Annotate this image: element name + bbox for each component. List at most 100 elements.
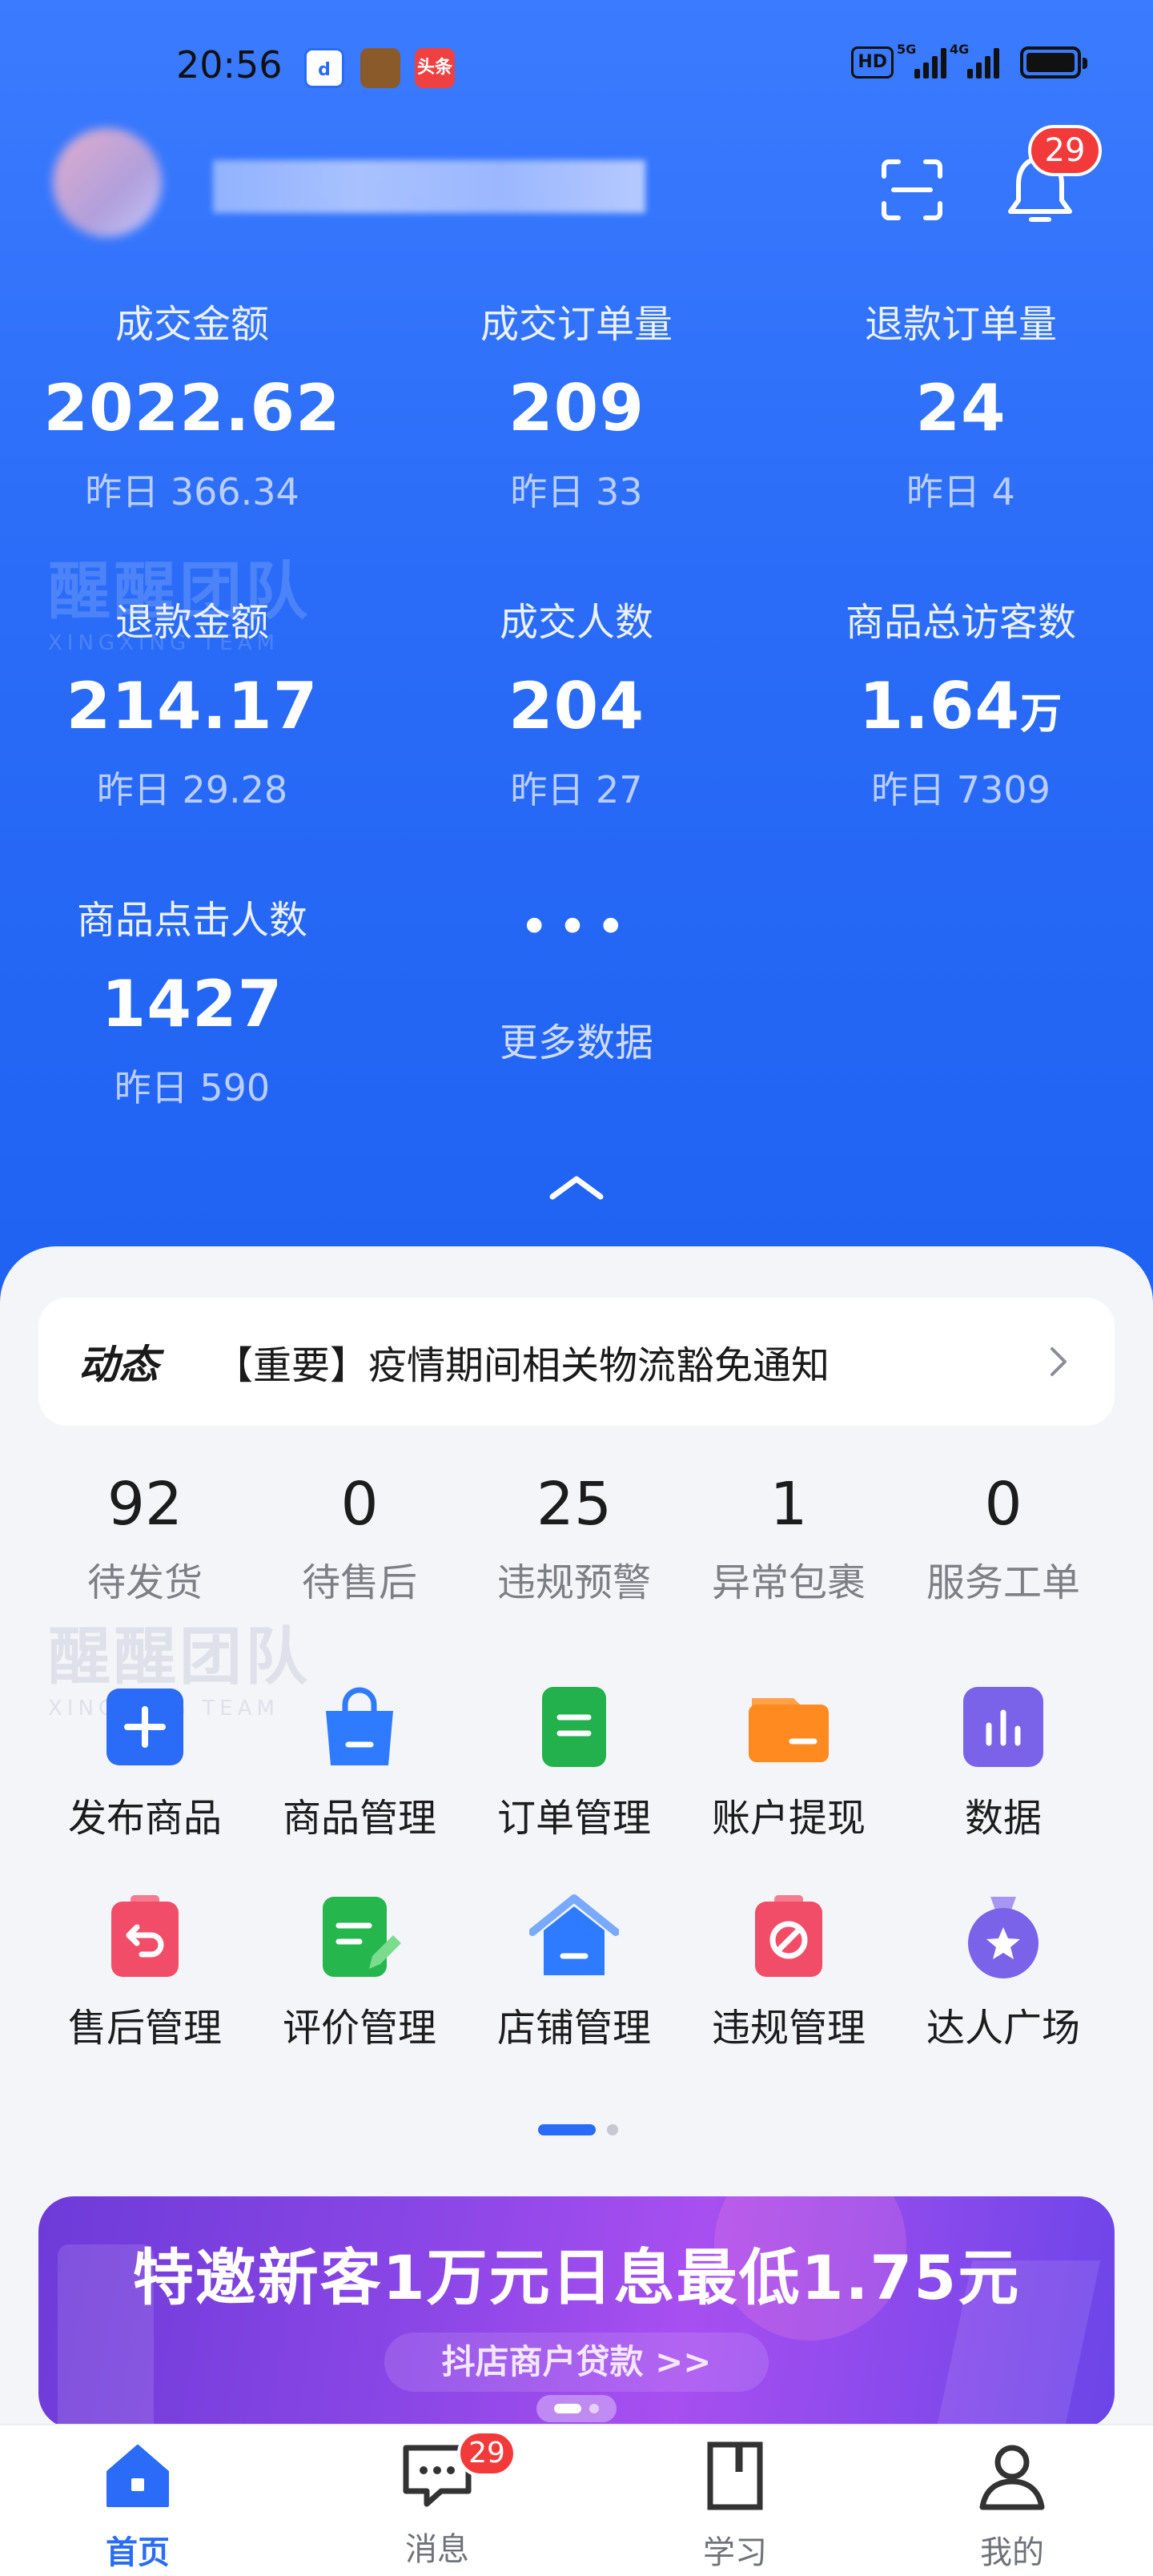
counter-label: 待售后 xyxy=(301,1560,417,1605)
tool-publish-product[interactable]: 发布商品 xyxy=(38,1682,252,1844)
tool-label: 订单管理 xyxy=(496,1796,651,1841)
counter-abnormal-package[interactable]: 1 异常包裹 xyxy=(681,1466,896,1607)
stat-yesterday: 昨日 27 xyxy=(510,768,643,811)
store-icon xyxy=(528,1894,620,1975)
tool-label: 评价管理 xyxy=(282,2006,436,2051)
stat-visitors[interactable]: 商品总访客数 1.64万 昨日 7309 xyxy=(769,596,1153,814)
tool-label: 发布商品 xyxy=(67,1796,222,1841)
nav-label: 我的 xyxy=(980,2534,1044,2571)
stat-gmv[interactable]: 成交金额 2022.62 昨日 366.34 xyxy=(0,298,384,516)
bottom-nav: 首页 29 消息 学习 我的 xyxy=(0,2424,1153,2576)
stat-yesterday: 昨日 590 xyxy=(114,1066,271,1109)
tool-violation-management[interactable]: 违规管理 xyxy=(681,1892,896,2054)
tool-after-sales[interactable]: 售后管理 xyxy=(38,1892,252,2054)
book-icon xyxy=(707,2441,763,2510)
tool-influencer-square[interactable]: 达人广场 xyxy=(896,1892,1111,2054)
nav-messages[interactable]: 29 消息 xyxy=(357,2430,517,2570)
plus-square-icon xyxy=(106,1688,183,1765)
counter-label: 服务工单 xyxy=(926,1560,1080,1605)
counter-violation-warning[interactable]: 25 违规预警 xyxy=(467,1466,681,1607)
stat-unit: 万 xyxy=(1020,690,1063,739)
stat-value: 1.64万 xyxy=(858,669,1063,743)
banner-cta[interactable]: 抖店商户贷款 >> xyxy=(384,2332,769,2392)
stat-yesterday: 昨日 7309 xyxy=(871,768,1051,811)
stat-value: 24 xyxy=(915,371,1006,445)
wallet-icon xyxy=(749,1698,829,1762)
nav-label: 消息 xyxy=(405,2531,469,2568)
return-icon xyxy=(111,1895,179,1977)
status-time: 20:56 xyxy=(176,43,283,87)
stat-orders[interactable]: 成交订单量 209 昨日 33 xyxy=(384,298,769,516)
nav-home[interactable]: 首页 xyxy=(58,2440,218,2573)
shopping-bag-icon xyxy=(326,1687,393,1765)
stat-label: 商品点击人数 xyxy=(76,898,307,943)
more-data-label: 更多数据 xyxy=(499,1020,653,1065)
stat-yesterday: 昨日 29.28 xyxy=(96,768,288,811)
tool-grid-pager[interactable] xyxy=(538,2124,618,2135)
stat-value: 214.17 xyxy=(66,669,319,743)
counter-number: 0 xyxy=(340,1470,379,1539)
counter-label: 异常包裹 xyxy=(711,1560,866,1605)
stat-yesterday: 昨日 33 xyxy=(510,470,643,513)
star-medal-icon xyxy=(968,1897,1039,1978)
order-counters: 92 待发货 0 待售后 25 违规预警 1 异常包裹 0 服务工单 xyxy=(0,1466,1153,1642)
promo-banner[interactable]: 特邀新客1万元日息最低1.75元 抖店商户贷款 >> xyxy=(38,2196,1115,2429)
tool-review-management[interactable]: 评价管理 xyxy=(252,1892,467,2054)
message-badge: 29 xyxy=(457,2430,516,2477)
counter-number: 25 xyxy=(536,1470,613,1539)
stat-label: 退款订单量 xyxy=(864,302,1057,347)
stat-label: 成交金额 xyxy=(114,302,269,347)
nav-profile[interactable]: 我的 xyxy=(932,2440,1092,2573)
more-dots-icon: ••• xyxy=(519,898,634,957)
counter-number: 1 xyxy=(769,1470,808,1539)
stat-label: 退款金额 xyxy=(114,600,269,645)
stat-value: 2022.62 xyxy=(43,371,341,445)
scan-icon[interactable] xyxy=(881,159,943,221)
shop-avatar[interactable] xyxy=(53,128,162,237)
tool-label: 账户提现 xyxy=(711,1796,866,1841)
news-bar[interactable]: 动态 【重要】疫情期间相关物流豁免通知 xyxy=(38,1298,1115,1426)
tool-label: 商品管理 xyxy=(282,1796,436,1841)
stat-refund-orders[interactable]: 退款订单量 24 昨日 4 xyxy=(769,298,1153,516)
profile-icon xyxy=(979,2445,1045,2510)
shop-name-redacted xyxy=(213,160,645,213)
forbidden-icon xyxy=(755,1895,822,1977)
stat-value: 204 xyxy=(508,669,645,743)
counter-service-ticket[interactable]: 0 服务工单 xyxy=(896,1466,1111,1607)
tool-label: 店铺管理 xyxy=(496,2006,651,2051)
tool-product-management[interactable]: 商品管理 xyxy=(252,1682,467,1844)
nav-label: 首页 xyxy=(106,2534,170,2571)
nav-label: 学习 xyxy=(703,2534,767,2571)
tool-data[interactable]: 数据 xyxy=(896,1682,1111,1844)
counter-number: 92 xyxy=(106,1470,183,1539)
tool-label: 数据 xyxy=(964,1796,1042,1841)
news-tag: 动态 xyxy=(78,1342,159,1388)
pager-dot-active xyxy=(538,2124,596,2135)
chevron-up-icon[interactable] xyxy=(548,1171,605,1203)
more-data-button[interactable]: ••• 更多数据 xyxy=(384,894,769,1067)
stat-product-clicks[interactable]: 商品点击人数 1427 昨日 590 xyxy=(0,894,384,1112)
chevron-right-icon xyxy=(1051,1347,1067,1376)
counter-label: 违规预警 xyxy=(496,1560,651,1605)
tool-account-withdraw[interactable]: 账户提现 xyxy=(681,1682,896,1844)
stat-buyers[interactable]: 成交人数 204 昨日 27 xyxy=(384,596,769,814)
tool-label: 达人广场 xyxy=(926,2006,1080,2051)
stat-yesterday: 昨日 366.34 xyxy=(85,470,299,513)
status-indicators: HD 5G 4G xyxy=(851,42,1087,78)
counter-after-sales[interactable]: 0 待售后 xyxy=(252,1466,467,1607)
notification-badge: 29 xyxy=(1028,125,1102,176)
tool-label: 售后管理 xyxy=(67,2006,222,2051)
stat-value: 1427 xyxy=(101,967,283,1041)
tool-label: 违规管理 xyxy=(711,2006,866,2051)
nav-learn[interactable]: 学习 xyxy=(655,2440,815,2573)
counter-to-ship[interactable]: 92 待发货 xyxy=(38,1466,252,1607)
status-app-game-icon xyxy=(360,48,400,88)
tool-store-management[interactable]: 店铺管理 xyxy=(467,1892,681,2054)
stat-label: 成交订单量 xyxy=(480,302,673,347)
tool-order-management[interactable]: 订单管理 xyxy=(467,1682,681,1844)
review-icon xyxy=(323,1897,401,1977)
hd-icon: HD xyxy=(851,46,894,78)
stat-yesterday: 昨日 4 xyxy=(906,470,1015,513)
status-app-toutiao-icon: 头条 xyxy=(415,48,455,88)
stat-refund-amount[interactable]: 退款金额 214.17 昨日 29.28 xyxy=(0,596,384,814)
